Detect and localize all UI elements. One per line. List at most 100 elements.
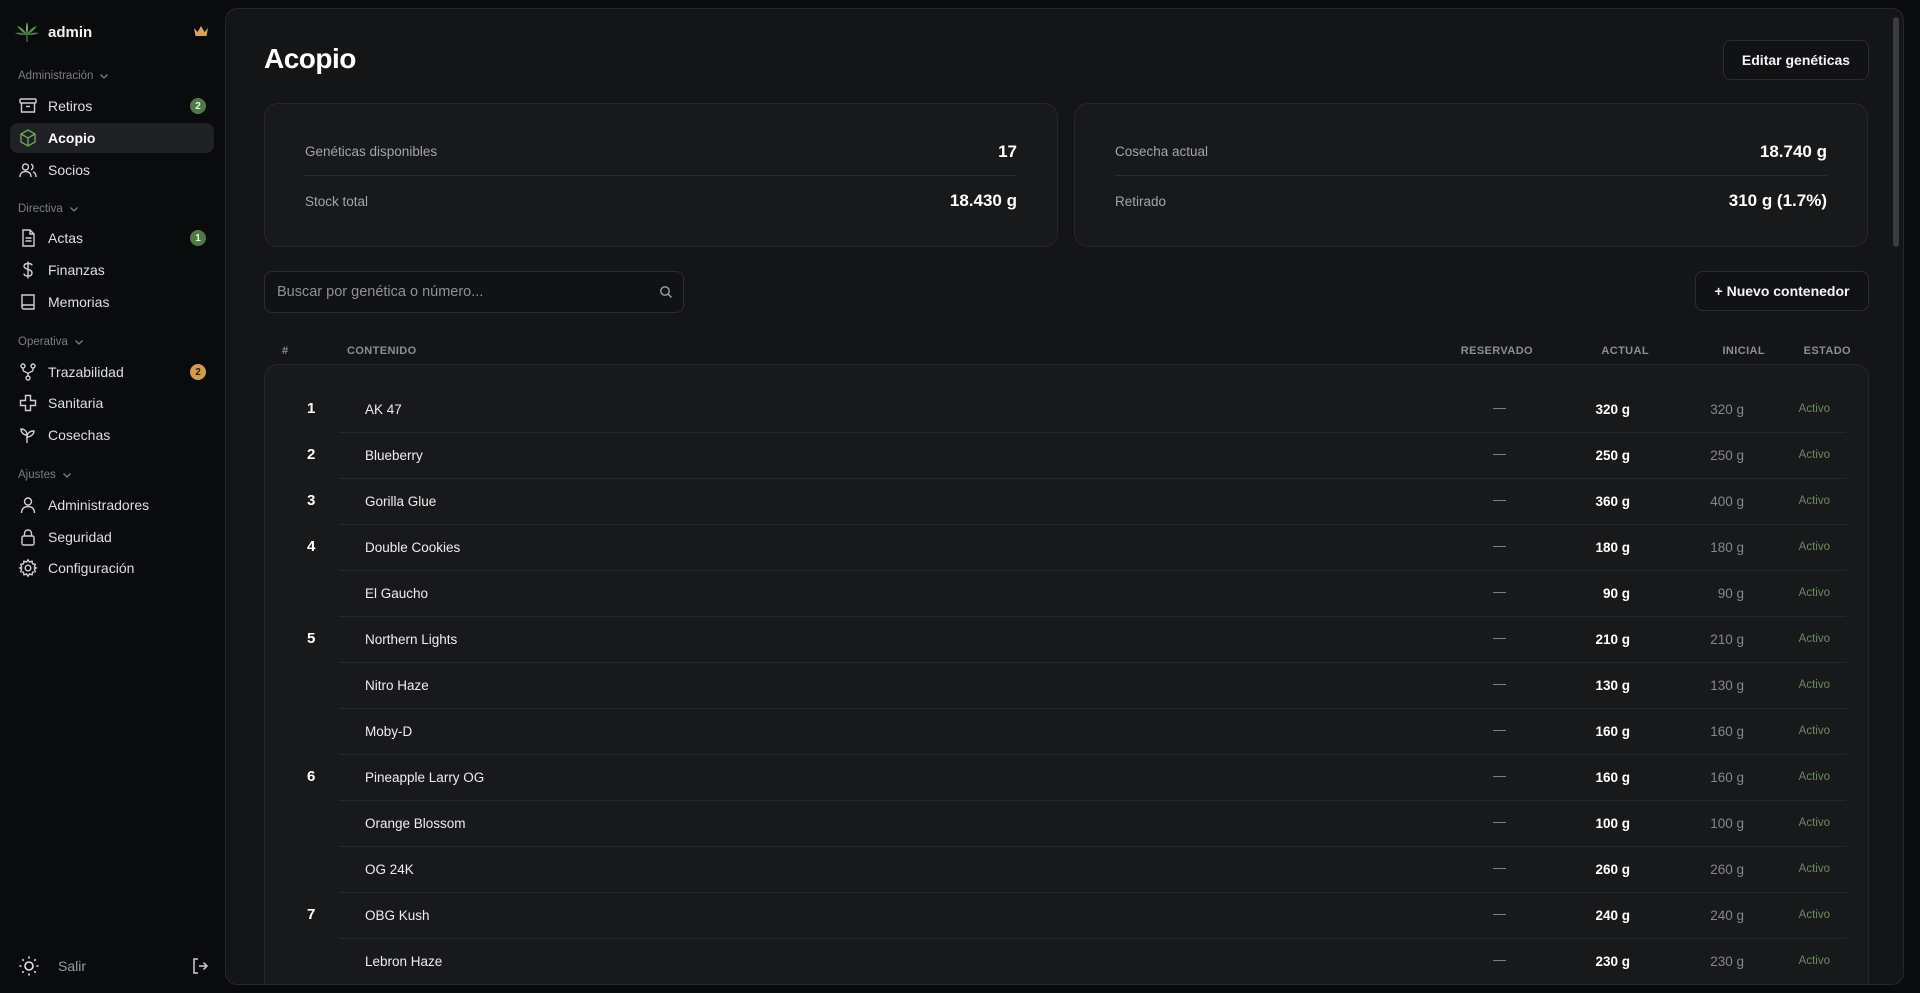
- stat-value: 18.430 g: [949, 191, 1017, 210]
- container-number: 2: [307, 446, 316, 463]
- reserved-value: —: [1493, 492, 1506, 507]
- chevron-down-icon: [100, 74, 109, 79]
- initial-value: 320 g: [1710, 402, 1744, 417]
- table-row[interactable]: OBG Kush — 240 g 240 g Activo: [339, 893, 1846, 939]
- section-label: Directiva: [18, 203, 63, 215]
- section-ajustes[interactable]: Ajustes: [18, 469, 72, 481]
- logout-label[interactable]: Salir: [58, 958, 86, 974]
- table-row[interactable]: Orange Blossom — 100 g 100 g Activo: [339, 801, 1846, 847]
- genetic-name: Blueberry: [365, 448, 423, 463]
- users-icon: [18, 160, 38, 180]
- stat-row: Genéticas disponibles 17: [305, 128, 1017, 176]
- table-row[interactable]: Moby-D — 160 g 160 g Activo: [339, 709, 1846, 755]
- status-badge: Activo: [1798, 495, 1830, 507]
- initial-value: 400 g: [1710, 494, 1744, 509]
- search-icon[interactable]: [659, 285, 673, 299]
- search-input[interactable]: [277, 272, 647, 312]
- table-row[interactable]: Gorilla Glue — 360 g 400 g Activo: [339, 479, 1846, 525]
- sidebar-item-label: Acopio: [48, 130, 96, 146]
- sidebar-item-seguridad[interactable]: Seguridad: [10, 522, 214, 552]
- initial-value: 250 g: [1710, 448, 1744, 463]
- status-badge: Activo: [1798, 541, 1830, 553]
- table-row[interactable]: Lebron Haze — 230 g 230 g Activo: [339, 939, 1846, 984]
- reserved-value: —: [1493, 630, 1506, 645]
- sidebar-item-memorias[interactable]: Memorias: [10, 287, 214, 317]
- sidebar-item-cosechas[interactable]: Cosechas: [10, 420, 214, 450]
- status-badge: Activo: [1798, 449, 1830, 461]
- sidebar-item-socios[interactable]: Socios: [10, 155, 214, 185]
- current-value: 130 g: [1595, 678, 1630, 693]
- genetic-name: Lebron Haze: [365, 954, 443, 969]
- status-badge: Activo: [1798, 403, 1830, 415]
- table-row[interactable]: Nitro Haze — 130 g 130 g Activo: [339, 663, 1846, 709]
- reserved-value: —: [1493, 860, 1506, 875]
- sidebar-item-trazabilidad[interactable]: Trazabilidad 2: [10, 357, 214, 387]
- table-row[interactable]: Northern Lights — 210 g 210 g Activo: [339, 617, 1846, 663]
- table-row[interactable]: El Gaucho — 90 g 90 g Activo: [339, 571, 1846, 617]
- current-value: 90 g: [1602, 586, 1630, 601]
- main-panel: Acopio Editar genéticas Genéticas dispon…: [225, 8, 1904, 985]
- current-value: 240 g: [1595, 908, 1630, 923]
- column-header-reservado[interactable]: RESERVADO: [1461, 345, 1533, 357]
- section-directiva[interactable]: Directiva: [18, 203, 79, 215]
- column-header-actual[interactable]: ACTUAL: [1601, 345, 1649, 357]
- sun-icon[interactable]: [18, 955, 40, 977]
- sidebar-item-retiros[interactable]: Retiros 2: [10, 91, 214, 121]
- current-value: 160 g: [1595, 724, 1630, 739]
- status-badge: Activo: [1798, 771, 1830, 783]
- scrollbar[interactable]: [1893, 17, 1899, 247]
- container-number: 5: [307, 630, 316, 647]
- crown-icon: [194, 26, 208, 36]
- table-row[interactable]: Double Cookies — 180 g 180 g Activo: [339, 525, 1846, 571]
- notification-badge: 2: [190, 364, 206, 380]
- stat-label: Genéticas disponibles: [305, 144, 438, 159]
- stat-value: 310 g (1.7%): [1728, 191, 1827, 210]
- new-container-button[interactable]: + Nuevo contenedor: [1695, 271, 1869, 311]
- sidebar-item-label: Socios: [48, 162, 91, 178]
- sidebar-item-administradores[interactable]: Administradores: [10, 490, 214, 520]
- column-header-inicial[interactable]: INICIAL: [1722, 345, 1765, 357]
- table-row[interactable]: OG 24K — 260 g 260 g Activo: [339, 847, 1846, 893]
- column-header-estado[interactable]: ESTADO: [1804, 345, 1851, 357]
- initial-value: 240 g: [1710, 908, 1744, 923]
- initial-value: 90 g: [1717, 586, 1744, 601]
- sidebar-footer: Salir: [18, 954, 210, 978]
- cross-icon: [18, 393, 38, 413]
- stat-row: Stock total 18.430 g: [305, 177, 1017, 225]
- logout-icon[interactable]: [190, 956, 210, 976]
- table-row[interactable]: AK 47 — 320 g 320 g Activo: [339, 387, 1846, 433]
- edit-genetics-button[interactable]: Editar genéticas: [1723, 40, 1869, 80]
- table-row[interactable]: Blueberry — 250 g 250 g Activo: [339, 433, 1846, 479]
- current-value: 250 g: [1595, 448, 1630, 463]
- container-number: 1: [307, 400, 316, 417]
- genetic-name: AK 47: [365, 402, 402, 417]
- genetic-name: OBG Kush: [365, 908, 430, 923]
- sidebar-item-acopio[interactable]: Acopio: [10, 123, 214, 153]
- current-value: 260 g: [1595, 862, 1630, 877]
- section-label: Operativa: [18, 336, 68, 348]
- current-value: 180 g: [1595, 540, 1630, 555]
- initial-value: 260 g: [1710, 862, 1744, 877]
- stat-label: Retirado: [1115, 193, 1167, 209]
- sidebar-item-label: Sanitaria: [48, 395, 104, 411]
- initial-value: 100 g: [1710, 816, 1744, 831]
- stat-row: Retirado 310 g (1.7%): [1115, 177, 1827, 225]
- sidebar-item-label: Trazabilidad: [48, 364, 124, 380]
- table-row[interactable]: Pineapple Larry OG — 160 g 160 g Activo: [339, 755, 1846, 801]
- section-administracion[interactable]: Administración: [18, 70, 109, 82]
- chevron-down-icon: [74, 340, 83, 345]
- stats-card-harvest: Cosecha actual 18.740 g Retirado 310 g (…: [1074, 103, 1868, 247]
- genetic-name: Pineapple Larry OG: [365, 770, 485, 785]
- sidebar-item-configuracion[interactable]: Configuración: [10, 553, 214, 583]
- genetic-name: El Gaucho: [365, 586, 429, 601]
- sidebar-item-finanzas[interactable]: Finanzas: [10, 255, 214, 285]
- sidebar-item-actas[interactable]: Actas 1: [10, 223, 214, 253]
- column-header-contenido[interactable]: CONTENIDO: [347, 345, 417, 357]
- column-header-number[interactable]: #: [282, 345, 289, 357]
- status-badge: Activo: [1798, 817, 1830, 829]
- section-operativa[interactable]: Operativa: [18, 336, 84, 348]
- sidebar-item-sanitaria[interactable]: Sanitaria: [10, 388, 214, 418]
- container-number: 6: [307, 768, 316, 785]
- sidebar-item-label: Finanzas: [48, 262, 105, 278]
- sprout-icon: [18, 425, 38, 445]
